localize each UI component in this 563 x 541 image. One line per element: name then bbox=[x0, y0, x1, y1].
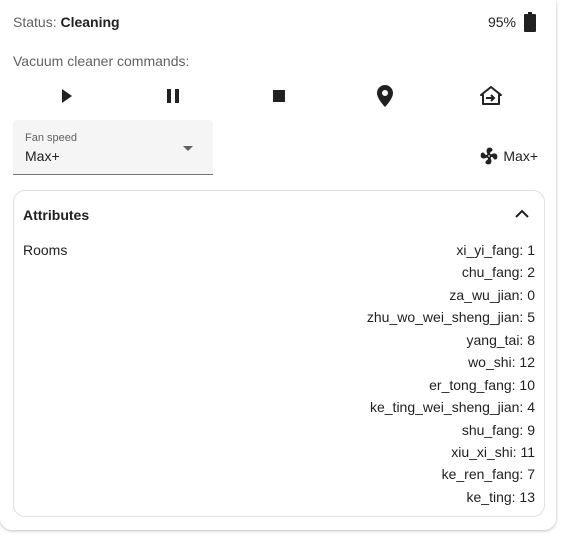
room-item: xiu_xi_shi: 11 bbox=[451, 443, 535, 460]
stop-button[interactable] bbox=[263, 80, 295, 112]
attributes-panel: Attributes Rooms xi_yi_fang: 1 chu_fang:… bbox=[13, 190, 545, 517]
battery-indicator[interactable]: 95% bbox=[488, 12, 536, 32]
start-button[interactable] bbox=[51, 80, 83, 112]
stop-icon bbox=[272, 89, 286, 103]
room-item: er_tong_fang: 10 bbox=[429, 376, 535, 393]
room-item: wo_shi: 12 bbox=[468, 354, 535, 371]
vacuum-card: Status: Cleaning 95% Vacuum cleaner comm… bbox=[0, 0, 556, 530]
fan-speed-label: Fan speed bbox=[25, 132, 77, 144]
fan-speed-info-value: Max+ bbox=[503, 148, 538, 164]
battery-level: 95% bbox=[487, 14, 516, 30]
home-import-icon bbox=[480, 86, 502, 106]
fan-speed-value: Max+ bbox=[25, 148, 60, 164]
room-item: zhu_wo_wei_sheng_jian: 5 bbox=[366, 309, 535, 326]
room-item: ke_ting_wei_sheng_jian: 4 bbox=[369, 399, 535, 416]
return-home-button[interactable] bbox=[475, 80, 507, 112]
room-item: yang_tai: 8 bbox=[466, 331, 536, 348]
room-item: chu_fang: 2 bbox=[461, 264, 535, 281]
fan-speed-info: Max+ bbox=[479, 146, 538, 166]
collapse-toggle[interactable] bbox=[512, 207, 532, 223]
command-bar bbox=[14, 80, 545, 112]
room-item: ke_ting: 13 bbox=[466, 488, 536, 505]
locate-button[interactable] bbox=[369, 80, 401, 112]
chevron-down-icon bbox=[183, 146, 193, 151]
room-item: za_wu_jian: 0 bbox=[449, 286, 535, 303]
room-item: ke_ren_fang: 7 bbox=[441, 466, 535, 483]
commands-title: Vacuum cleaner commands: bbox=[13, 53, 190, 69]
room-item: shu_fang: 9 bbox=[461, 421, 535, 438]
room-item: xi_yi_fang: 1 bbox=[456, 242, 535, 258]
status-label: Status: bbox=[13, 14, 57, 30]
fan-speed-select[interactable]: Fan speed Max+ bbox=[13, 120, 213, 175]
play-icon bbox=[60, 88, 74, 104]
status-value: Cleaning bbox=[60, 14, 120, 30]
status-row: Status: Cleaning bbox=[13, 14, 120, 30]
chevron-up-icon bbox=[515, 206, 529, 224]
fan-icon bbox=[479, 146, 503, 166]
attributes-title: Attributes bbox=[23, 207, 90, 223]
battery-icon bbox=[524, 12, 536, 32]
pause-button[interactable] bbox=[157, 80, 189, 112]
rooms-label: Rooms bbox=[23, 242, 68, 258]
rooms-list: xi_yi_fang: 1 chu_fang: 2 za_wu_jian: 0 … bbox=[367, 242, 535, 511]
pause-icon bbox=[166, 88, 180, 104]
map-marker-icon bbox=[377, 85, 393, 107]
